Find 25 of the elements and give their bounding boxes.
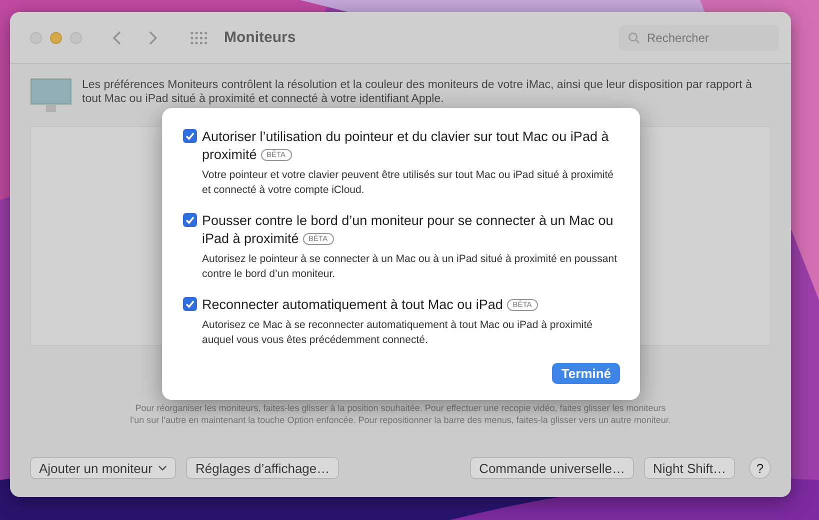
checkbox[interactable] — [183, 297, 197, 311]
checkbox[interactable] — [183, 129, 197, 143]
done-button[interactable]: Terminé — [552, 363, 620, 384]
minimize-button[interactable] — [50, 32, 62, 44]
forward-icon[interactable] — [148, 30, 158, 46]
close-button[interactable] — [30, 32, 42, 44]
push-button[interactable]: Réglages d’affichage… — [186, 457, 339, 479]
push-button[interactable]: Commande universelle… — [470, 457, 634, 479]
back-icon[interactable] — [112, 30, 122, 46]
push-button[interactable]: Night Shift… — [644, 457, 735, 479]
popup-button[interactable]: Ajouter un moniteur — [30, 457, 176, 479]
option-description: Autorisez ce Mac à se reconnecter automatiquement à tout Mac ou iPad à proximité auquel vous vous êtes précédemment connecté. — [202, 318, 594, 348]
checkbox[interactable] — [183, 213, 197, 227]
option-description: Autorisez le pointeur à se connecter à un Mac ou à un iPad situé à proximité en poussant contre le bord d’un moniteur. — [202, 252, 618, 282]
search-icon — [628, 32, 640, 44]
zoom-button[interactable] — [70, 32, 82, 44]
search-field[interactable]: Rechercher — [619, 24, 779, 50]
grid-icon[interactable] — [190, 30, 208, 44]
hint-text: Pour réorganiser les moniteurs, faites-les glisser à la position souhaitée. Pour effectuer une recopie vidéo, faites glisser les moniteurs l’un sur l’autre en maintenant la touche Option enfoncée. Pour repositionner la barre des menus, faites-la glisser vers un autre moniteur. — [130, 402, 671, 426]
option-description: Votre pointeur et votre clavier peuvent être utilisés sur tout Mac ou iPad situé à proximité et connecté à votre compte iCloud. — [202, 168, 614, 198]
monitor-icon — [30, 78, 72, 114]
window-title: Moniteurs — [224, 29, 297, 46]
help-button[interactable]: ? — [749, 457, 771, 479]
description-text: Les préférences Moniteurs contrôlent la résolution et la couleur des moniteurs de votre iMac, ainsi que leur disposition par rapport à tout Mac ou iPad situé à proximité et connecté à votre identifiant Apple. — [82, 78, 753, 106]
caret-icon — [158, 465, 168, 471]
